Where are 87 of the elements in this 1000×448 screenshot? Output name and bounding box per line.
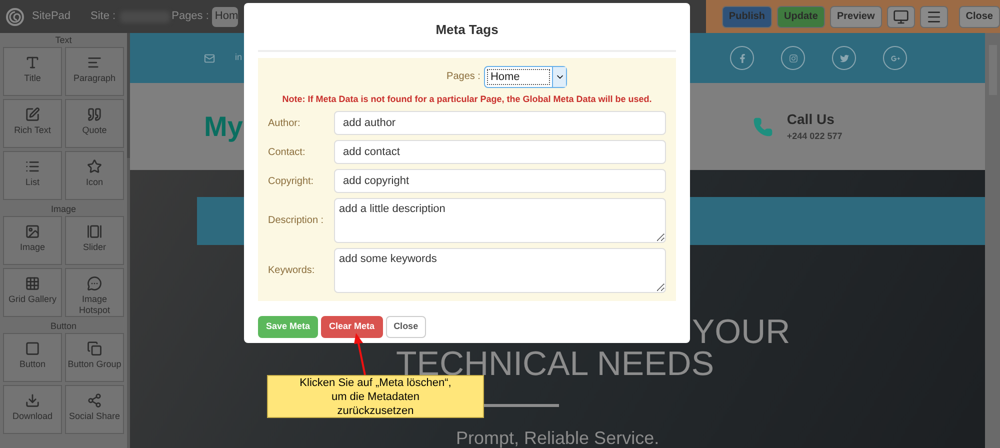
widget-tile[interactable]: Rich Text [3, 99, 62, 148]
field-label: Description : [268, 214, 325, 228]
widget-tile[interactable]: Paragraph [65, 47, 124, 96]
tile-label: Rich Text [14, 125, 51, 136]
call-title: Call Us [786, 110, 836, 130]
field-label: Contact: [268, 146, 306, 160]
tile-label: Button [19, 359, 46, 370]
hero-subtitle: Prompt, Reliable Service. [456, 427, 660, 448]
widget-tile[interactable]: Slider [65, 216, 124, 265]
menu-button[interactable] [920, 6, 948, 28]
dialog-title: Meta Tags [258, 3, 676, 52]
facebook-icon[interactable] [730, 46, 754, 70]
spiral-logo-icon [6, 8, 24, 26]
dialog-button[interactable]: Clear Meta [321, 316, 383, 338]
text-input[interactable]: add copyright [334, 169, 666, 193]
widget-tile[interactable]: Button Group [65, 333, 124, 382]
hero-heading: YOUR [692, 314, 790, 350]
speech-bubble-icon [87, 276, 102, 291]
pages-select[interactable]: Home [484, 66, 568, 88]
download-icon [25, 393, 40, 408]
text-input[interactable]: add author [334, 111, 666, 135]
monitor-icon [892, 8, 909, 24]
toolbar-button[interactable]: Update [777, 6, 825, 28]
toolbar-button[interactable]: Close [958, 6, 1000, 28]
section-title: Button [49, 320, 78, 333]
share-icon [87, 393, 102, 408]
text-input[interactable]: add contact [334, 140, 666, 164]
pages-dropdown[interactable]: Hom [212, 6, 238, 26]
widget-tile[interactable]: Social Share [65, 385, 124, 434]
widget-tile[interactable]: Grid Gallery [3, 268, 62, 317]
phone-icon [752, 116, 773, 136]
tile-label: Slider [82, 242, 106, 253]
toolbar-button[interactable]: Publish [722, 6, 772, 28]
tile-label: Paragraph [73, 73, 116, 84]
tile-label: Quote [82, 125, 107, 136]
tile-label: Social Share [68, 411, 120, 422]
text-area[interactable]: add a little description [334, 198, 666, 243]
stacked-squares-icon [87, 341, 102, 356]
slider-icon [87, 224, 102, 239]
tile-label: List [25, 177, 40, 188]
mail-icon [204, 52, 215, 64]
paragraph-icon [87, 55, 102, 70]
tile-label: Image Hotspot [78, 294, 112, 316]
tile-label: Image [20, 242, 45, 253]
tile-label: Grid Gallery [8, 294, 56, 305]
email-text: in [235, 51, 242, 64]
edit-icon [25, 107, 40, 122]
widget-tile[interactable]: Quote [65, 99, 124, 148]
twitter-icon[interactable] [832, 46, 856, 70]
toolbar-button[interactable]: Preview [830, 6, 882, 28]
instagram-icon[interactable] [781, 46, 806, 70]
site-logo-text: My [204, 110, 243, 144]
list-icon [25, 159, 40, 174]
star-icon [87, 159, 102, 174]
tile-label: Button Group [68, 359, 122, 370]
widget-tile[interactable]: Download [3, 385, 62, 434]
grid-icon [25, 276, 40, 291]
tile-label: Download [12, 411, 53, 422]
google-plus-icon[interactable] [883, 46, 908, 70]
widget-tile[interactable]: List [3, 151, 62, 200]
dialog-button[interactable]: Close [386, 316, 426, 338]
letter-t-icon [25, 55, 40, 70]
text-area[interactable]: add some keywords [334, 248, 666, 293]
dialog-button[interactable]: Save Meta [258, 316, 318, 338]
site-label: Site : [90, 9, 116, 24]
app-name: SitePad [32, 9, 71, 24]
widget-tile[interactable]: Button [3, 333, 62, 382]
pages-label: Pages : [446, 70, 480, 84]
field-label: Keywords: [268, 264, 316, 278]
tile-label: Title [24, 73, 41, 84]
widget-tile[interactable]: Icon [65, 151, 124, 200]
image-icon [25, 224, 40, 239]
field-label: Author: [268, 116, 302, 130]
menu-icon [926, 8, 942, 24]
monitor-button[interactable] [886, 6, 915, 28]
widget-tile[interactable]: Image [3, 216, 62, 265]
field-label: Copyright: [268, 174, 315, 188]
pages-label: Pages : [172, 9, 209, 24]
quote-icon [87, 107, 102, 122]
section-title: Image [50, 203, 77, 216]
section-title: Text [54, 34, 73, 47]
note-text: Note: If Meta Data is not found for a particular Page, the Global Meta Data will be used. [281, 92, 653, 106]
widget-tile[interactable]: Title [3, 47, 62, 96]
tile-label: Icon [86, 177, 103, 188]
square-icon [25, 341, 40, 356]
widget-tile[interactable]: Image Hotspot [65, 268, 124, 317]
call-phone: +244 022 577 [786, 130, 842, 144]
